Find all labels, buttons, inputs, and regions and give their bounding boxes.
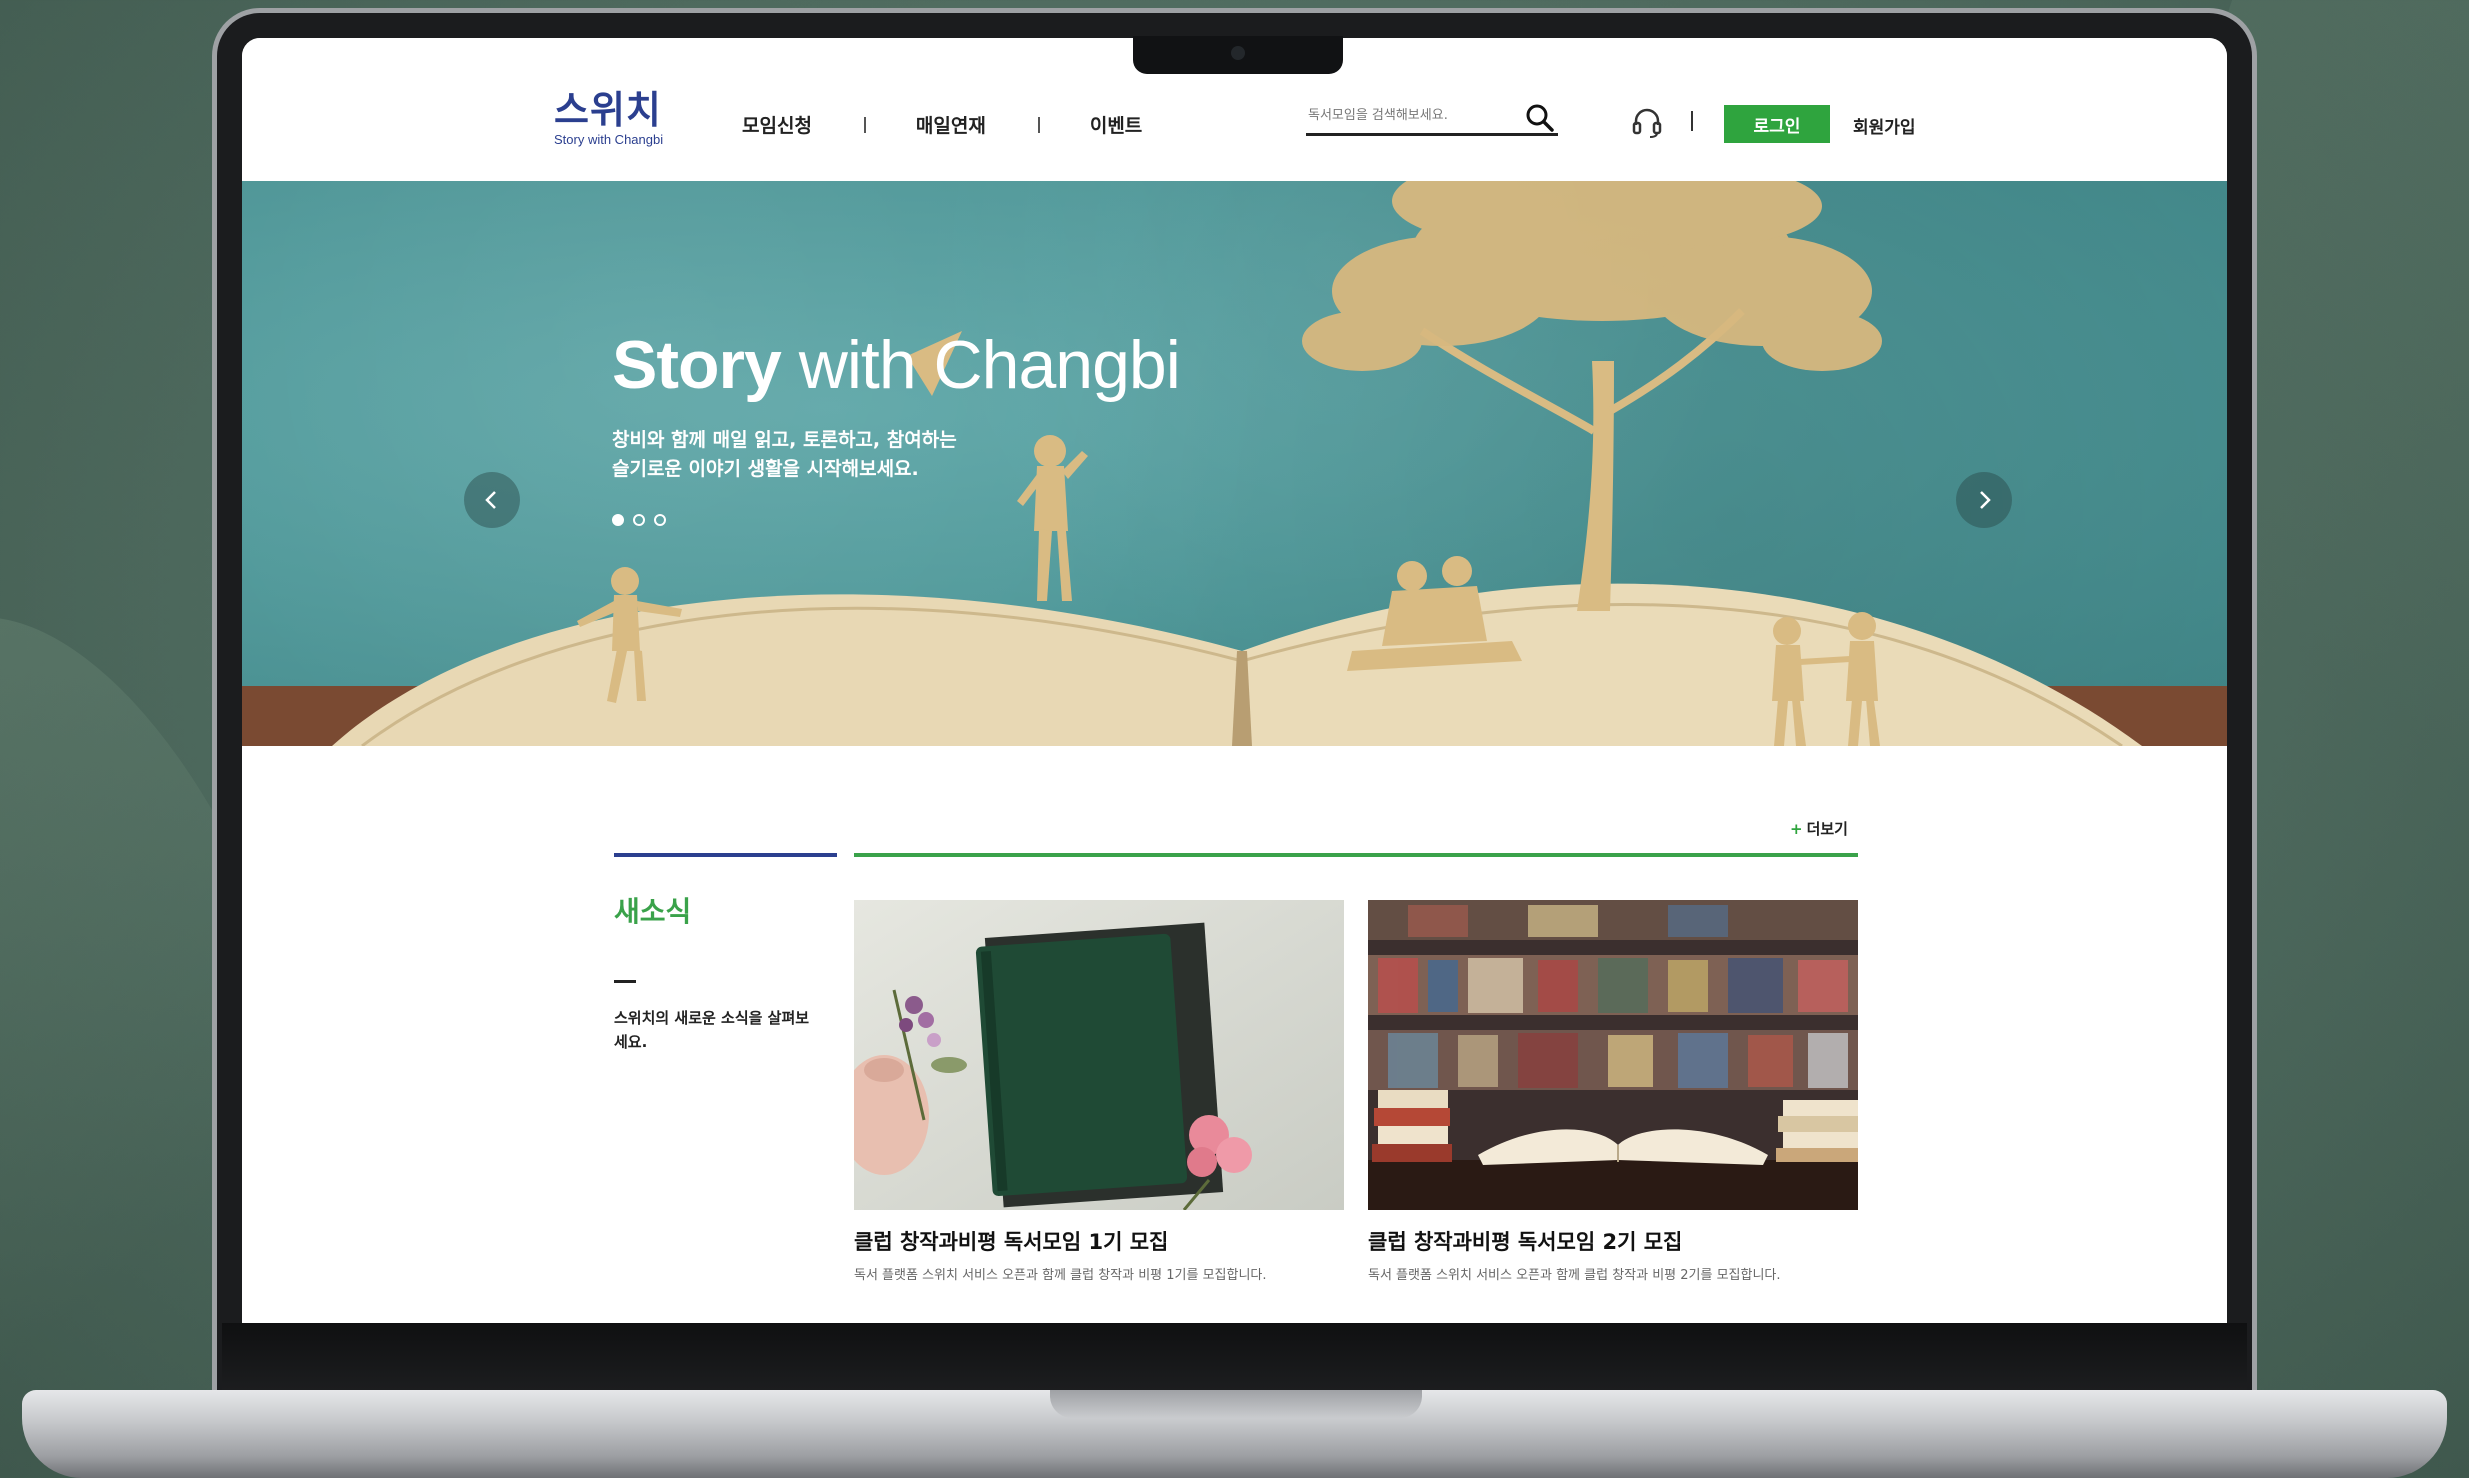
carousel-next-button[interactable] (1956, 472, 2012, 528)
hero-title: Story with Changbi (612, 326, 1181, 404)
nav-divider (863, 116, 866, 133)
more-link-label: 더보기 (1806, 820, 1848, 838)
section-rule-blue (614, 853, 837, 857)
nav-item-meeting-apply[interactable]: 모임신청 (742, 111, 812, 138)
hero-illustration (242, 181, 2227, 746)
hero-desc-line2: 슬기로운 이야기 생활을 시작해보세요. (612, 458, 919, 480)
news-card-desc: 독서 플랫폼 스위치 서비스 오픈과 함께 클럽 창작과 비평 2기를 모집합니… (1368, 1268, 1781, 1283)
headset-icon[interactable] (1630, 105, 1664, 139)
news-description: 스위치의 새로운 소식을 살펴보세요. (614, 1009, 810, 1051)
laptop-bezel (222, 1323, 2247, 1400)
book-flower-image (854, 900, 1344, 1210)
utility-divider (1691, 111, 1693, 131)
signup-link[interactable]: 회원가입 (1853, 113, 1916, 138)
chevron-right-icon (1980, 491, 1991, 509)
news-dash (614, 980, 636, 983)
carousel-prev-button[interactable] (464, 472, 520, 528)
news-card[interactable]: 클럽 창작과비평 독서모임 1기 모집 독서 플랫폼 스위치 서비스 오픈과 함… (854, 900, 1344, 1283)
logo-subtitle: Story with Changbi (554, 132, 664, 147)
news-heading: 새소식 (614, 895, 692, 928)
laptop-base-notch (1050, 1390, 1422, 1418)
nav-item-daily-series[interactable]: 매일연재 (916, 111, 986, 138)
section-rule-green (854, 853, 1858, 857)
more-link[interactable]: + 더보기 (1790, 818, 1848, 839)
news-card-title[interactable]: 클럽 창작과비평 독서모임 1기 모집 (854, 1226, 1344, 1256)
news-card-title[interactable]: 클럽 창작과비평 독서모임 2기 모집 (1368, 1226, 1858, 1256)
laptop-screen: 스위치 Story with Changbi 모임신청 매일연재 이벤트 로그인… (242, 38, 2227, 1323)
news-card[interactable]: 클럽 창작과비평 독서모임 2기 모집 독서 플랫폼 스위치 서비스 오픈과 함… (1368, 900, 1858, 1283)
nav-divider (1037, 116, 1040, 133)
carousel-dot[interactable] (633, 514, 645, 526)
search-icon[interactable] (1524, 102, 1556, 134)
nav-item-event[interactable]: 이벤트 (1090, 111, 1142, 138)
carousel-dots (612, 514, 666, 526)
carousel-dot[interactable] (654, 514, 666, 526)
hero-banner: Story with Changbi 창비와 함께 매일 읽고, 토론하고, 참… (242, 181, 2227, 746)
hero-title-bold: Story (612, 327, 782, 403)
news-card-image[interactable] (854, 900, 1344, 1210)
chevron-left-icon (485, 491, 496, 509)
camera-notch (1133, 36, 1343, 74)
camera-icon (1231, 46, 1245, 60)
search-input[interactable] (1306, 100, 1506, 130)
logo[interactable]: 스위치 Story with Changbi (554, 90, 684, 147)
search-box (1306, 100, 1558, 136)
library-book-image (1368, 900, 1858, 1210)
hero-title-light: with Changbi (780, 327, 1181, 403)
carousel-dot[interactable] (612, 514, 624, 526)
logo-mark: 스위치 (554, 88, 662, 132)
main-nav: 모임신청 매일연재 이벤트 (742, 111, 1142, 138)
news-card-desc: 독서 플랫폼 스위치 서비스 오픈과 함께 클럽 창작과 비평 1기를 모집합니… (854, 1268, 1267, 1283)
hero-desc-line1: 창비와 함께 매일 읽고, 토론하고, 참여하는 (612, 429, 957, 451)
news-card-image[interactable] (1368, 900, 1858, 1210)
login-button[interactable]: 로그인 (1724, 105, 1830, 143)
plus-icon: + (1790, 820, 1803, 838)
hero-description: 창비와 함께 매일 읽고, 토론하고, 참여하는 슬기로운 이야기 생활을 시작… (612, 426, 957, 484)
